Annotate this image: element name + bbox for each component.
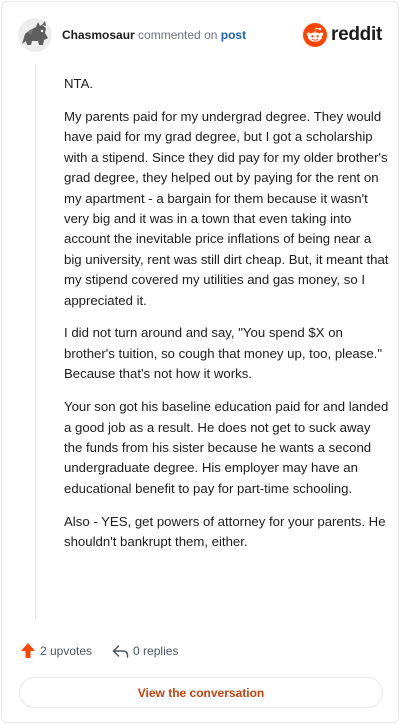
- embedded-comment-card: Chasmosaur commented on post reddit NTA.…: [1, 1, 399, 723]
- avatar-icon: [18, 18, 52, 52]
- upvote-count: 2 upvotes: [40, 643, 93, 658]
- reddit-logo-icon: [303, 23, 328, 47]
- reddit-brand[interactable]: reddit: [303, 23, 382, 47]
- thread-line: [35, 64, 36, 619]
- reply-arrow-icon: [112, 644, 129, 658]
- comment-paragraph: NTA.: [64, 76, 94, 91]
- comment-paragraph: I did not turn around and say, "You spen…: [64, 325, 383, 382]
- comment-actions: 2 upvotes 0 replies: [20, 642, 178, 659]
- comment-paragraph: Also - YES, get powers of attorney for y…: [64, 513, 386, 550]
- reply-button[interactable]: 0 replies: [112, 644, 178, 658]
- comment-body: NTA. My parents paid for my undergrad de…: [64, 74, 389, 565]
- action-text: commented on: [134, 28, 221, 42]
- author-name[interactable]: Chasmosaur: [62, 28, 135, 42]
- post-link[interactable]: post: [221, 28, 246, 42]
- comment-header: Chasmosaur commented on post reddit: [18, 18, 382, 52]
- upvote-button[interactable]: 2 upvotes: [20, 642, 92, 659]
- comment-byline: Chasmosaur commented on post: [62, 27, 246, 43]
- reddit-wordmark: reddit: [331, 24, 382, 45]
- comment-paragraph: My parents paid for my undergrad degree.…: [64, 108, 389, 308]
- comment-paragraph: Your son got his baseline education paid…: [64, 399, 389, 496]
- view-conversation-button[interactable]: View the conversation: [19, 677, 383, 708]
- reply-count: 0 replies: [133, 643, 179, 658]
- user-avatar[interactable]: [18, 18, 52, 52]
- upvote-arrow-icon: [21, 643, 35, 658]
